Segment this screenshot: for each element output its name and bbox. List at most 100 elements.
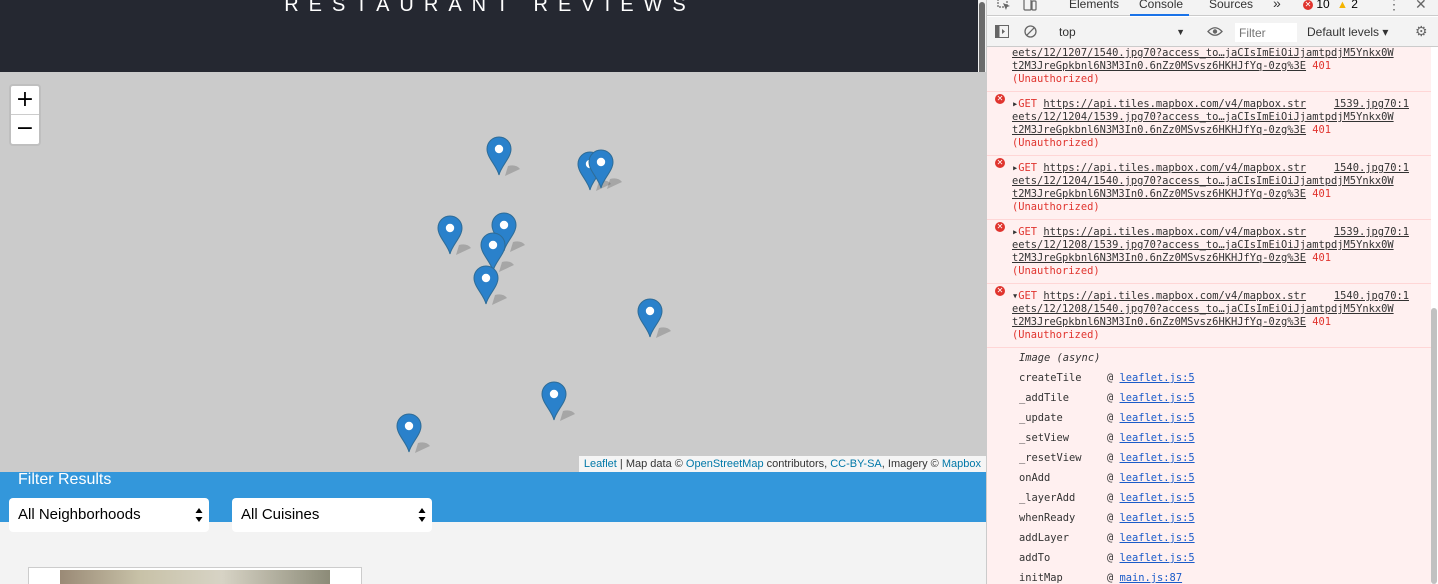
stack-source-link[interactable]: main.js:87 (1120, 572, 1183, 584)
request-url-link[interactable]: t2M3JreGpkbnl6N3M3In0.6nZz0MSvsz6HKHJfYq… (1012, 124, 1306, 136)
stack-source-link[interactable]: leaflet.js:5 (1120, 452, 1195, 464)
stack-source-link[interactable]: leaflet.js:5 (1120, 392, 1195, 404)
request-url-link[interactable]: t2M3JreGpkbnl6N3M3In0.6nZz0MSvsz6HKHJfYq… (1012, 316, 1306, 328)
more-tabs-button[interactable]: » (1273, 0, 1281, 11)
source-link[interactable]: 1539.jpg70:1 (1334, 98, 1409, 111)
request-url-continuation: eets/12/1204/1540.jpg70?access_to…jaCIsI… (1012, 175, 1425, 188)
map-marker[interactable] (437, 215, 471, 255)
request-line: ▸GET https://api.tiles.mapbox.com/v4/map… (1012, 162, 1425, 175)
http-method: GET (1018, 98, 1038, 110)
request-url-link[interactable]: https://api.tiles.mapbox.com/v4/mapbox.s… (1043, 162, 1306, 174)
stack-source-link[interactable]: leaflet.js:5 (1120, 532, 1195, 544)
log-levels-select[interactable]: Default levels ▾ (1307, 23, 1388, 41)
sidebar-toggle-icon[interactable] (995, 25, 1009, 38)
request-url-link[interactable]: eets/12/1204/1540.jpg70?access_to…jaCIsI… (1012, 175, 1394, 187)
site-title[interactable]: RESTAURANT REVIEWS (0, 0, 980, 17)
stack-function: _update (1019, 412, 1063, 424)
request-url-link[interactable]: t2M3JreGpkbnl6N3M3In0.6nZz0MSvsz6HKHJfYq… (1012, 252, 1306, 264)
stack-function: onAdd (1019, 472, 1051, 484)
console-error-message[interactable]: ✕ ▸GET https://api.tiles.mapbox.com/v4/ma… (987, 92, 1431, 156)
http-method: GET (1018, 290, 1038, 302)
stack-function: _setView (1019, 432, 1070, 444)
map[interactable]: + − Leaflet | Map data © OpenStreetMap c… (0, 72, 986, 472)
stack-source-link[interactable]: leaflet.js:5 (1120, 472, 1195, 484)
console-toolbar: top ▼ Default levels ▾ ⚙ (987, 17, 1438, 47)
error-badge[interactable]: ✕ 10 (1303, 0, 1330, 11)
zoom-out-button[interactable]: − (11, 115, 39, 144)
warning-count: 2 (1351, 0, 1358, 11)
console-error-message[interactable]: eets/12/1207/1540.jpg70?access_to…jaCIsI… (987, 47, 1431, 92)
neighborhoods-select-value: All Neighborhoods (18, 506, 141, 523)
map-marker[interactable] (541, 381, 575, 421)
console-settings-gear-icon[interactable]: ⚙ (1415, 23, 1428, 40)
stack-source-link[interactable]: leaflet.js:5 (1120, 492, 1195, 504)
zoom-control: + − (9, 84, 41, 146)
mapbox-link[interactable]: Mapbox (942, 458, 981, 470)
console-scrollbar[interactable] (1431, 308, 1437, 584)
request-url-link[interactable]: https://api.tiles.mapbox.com/v4/mapbox.s… (1043, 98, 1306, 110)
site-header: RESTAURANT REVIEWS (0, 0, 986, 72)
request-url-link[interactable]: eets/12/1208/1539.jpg70?access_to…jaCIsI… (1012, 239, 1394, 251)
tab-sources[interactable]: Sources (1209, 0, 1253, 11)
stack-source-link[interactable]: leaflet.js:5 (1120, 412, 1195, 424)
stack-source-link[interactable]: leaflet.js:5 (1120, 432, 1195, 444)
map-marker[interactable] (637, 298, 671, 338)
stack-frame: addLayer @ leaflet.js:5 (1019, 528, 1431, 548)
error-count: 10 (1316, 0, 1330, 11)
cuisines-select[interactable]: All Cuisines (232, 498, 432, 532)
leaflet-link[interactable]: Leaflet (584, 458, 617, 470)
console-filter-input[interactable] (1235, 23, 1297, 42)
request-url-link[interactable]: https://api.tiles.mapbox.com/v4/mapbox.s… (1043, 290, 1306, 302)
restaurant-card[interactable] (28, 567, 362, 584)
request-url-link[interactable]: t2M3JreGpkbnl6N3M3In0.6nZz0MSvsz6HKHJfYq… (1012, 188, 1306, 200)
map-marker[interactable] (473, 265, 507, 305)
close-devtools-icon[interactable]: ✕ (1415, 0, 1427, 13)
cc-by-sa-link[interactable]: CC-BY-SA (830, 458, 882, 470)
stack-frame: _addTile @ leaflet.js:5 (1019, 388, 1431, 408)
request-url-link[interactable]: eets/12/1207/1540.jpg70?access_to…jaCIsI… (1012, 47, 1394, 59)
stack-at: @ (1107, 492, 1120, 504)
clear-console-icon[interactable] (1024, 25, 1037, 38)
stack-source-link[interactable]: leaflet.js:5 (1120, 512, 1195, 524)
restaurant-image (60, 570, 330, 584)
source-link[interactable]: 1539.jpg70:1 (1334, 226, 1409, 239)
stack-source-link[interactable]: leaflet.js:5 (1120, 372, 1195, 384)
map-marker[interactable] (588, 149, 622, 189)
device-toolbar-icon[interactable] (1023, 0, 1037, 12)
stack-frame: _resetView @ leaflet.js:5 (1019, 448, 1431, 468)
stack-frame: onAdd @ leaflet.js:5 (1019, 468, 1431, 488)
eye-icon[interactable] (1207, 26, 1223, 37)
tab-console[interactable]: Console (1139, 0, 1183, 11)
stack-header: Image (async) (1019, 352, 1101, 364)
request-url-link[interactable]: eets/12/1208/1540.jpg70?access_to…jaCIsI… (1012, 303, 1394, 315)
zoom-in-button[interactable]: + (11, 86, 39, 115)
filter-bar: Filter Results All Neighborhoods All Cui… (0, 471, 986, 532)
console-error-message[interactable]: ✕ ▸GET https://api.tiles.mapbox.com/v4/ma… (987, 156, 1431, 220)
console-error-message[interactable]: ✕ ▾GET https://api.tiles.mapbox.com/v4/ma… (987, 284, 1431, 348)
map-marker[interactable] (396, 413, 430, 453)
map-marker[interactable] (486, 136, 520, 176)
request-url-link[interactable]: eets/12/1204/1539.jpg70?access_to…jaCIsI… (1012, 111, 1394, 123)
console-error-message[interactable]: ✕ ▸GET https://api.tiles.mapbox.com/v4/ma… (987, 220, 1431, 284)
stack-at: @ (1107, 412, 1120, 424)
stack-frame: whenReady @ leaflet.js:5 (1019, 508, 1431, 528)
context-select[interactable]: top ▼ (1053, 23, 1191, 41)
neighborhoods-select[interactable]: All Neighborhoods (9, 498, 209, 532)
stack-source-link[interactable]: leaflet.js:5 (1120, 552, 1195, 564)
openstreetmap-link[interactable]: OpenStreetMap (686, 458, 764, 470)
http-method: GET (1018, 226, 1038, 238)
devtools-panel: Elements Console Sources » ✕ 10 ▲ 2 ⋮ ✕ … (986, 0, 1438, 584)
filter-title: Filter Results (18, 471, 112, 488)
request-url-link[interactable]: https://api.tiles.mapbox.com/v4/mapbox.s… (1043, 226, 1306, 238)
tab-elements[interactable]: Elements (1069, 0, 1119, 11)
dropdown-arrow-icon: ▼ (1176, 27, 1185, 37)
source-link[interactable]: 1540.jpg70:1 (1334, 162, 1409, 175)
source-link[interactable]: 1540.jpg70:1 (1334, 290, 1409, 303)
stack-at: @ (1107, 472, 1120, 484)
kebab-menu-icon[interactable]: ⋮ (1387, 0, 1401, 13)
inspect-element-icon[interactable] (997, 0, 1011, 11)
request-url-link[interactable]: t2M3JreGpkbnl6N3M3In0.6nZz0MSvsz6HKHJfYq… (1012, 60, 1306, 72)
map-attribution: Leaflet | Map data © OpenStreetMap contr… (578, 456, 986, 472)
stack-function: initMap (1019, 572, 1063, 584)
warning-badge[interactable]: ▲ 2 (1337, 0, 1358, 11)
